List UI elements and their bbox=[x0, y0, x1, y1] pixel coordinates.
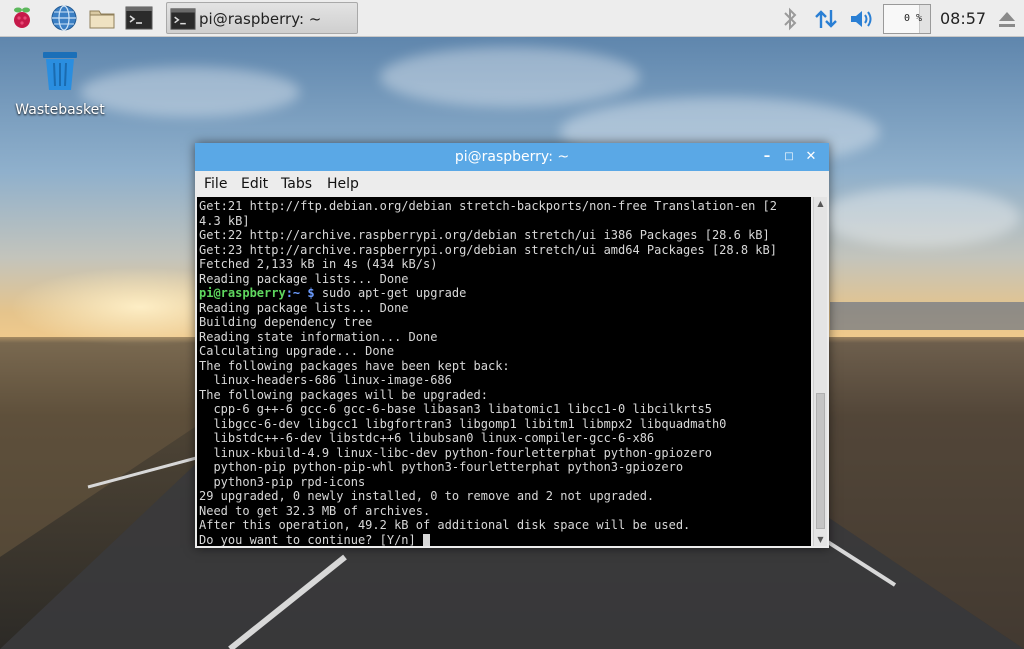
taskbar-terminal-button[interactable]: pi@raspberry: ~ bbox=[166, 2, 358, 34]
cpu-usage-monitor[interactable]: 0 % bbox=[883, 4, 931, 34]
terminal-line: libgcc-6-dev libgcc1 libgfortran3 libgom… bbox=[199, 416, 727, 431]
continue-prompt: Do you want to continue? [Y/n] bbox=[199, 532, 423, 547]
terminal-line: The following packages will be upgraded: bbox=[199, 387, 488, 402]
scrollbar-thumb[interactable] bbox=[816, 393, 825, 529]
taskbar-terminal-label: pi@raspberry: ~ bbox=[199, 10, 322, 28]
clock[interactable]: 08:57 bbox=[940, 9, 986, 28]
cpu-usage-text: 0 % bbox=[903, 13, 922, 24]
terminal-line: cpp-6 g++-6 gcc-6 gcc-6-base libasan3 li… bbox=[199, 402, 712, 416]
terminal-icon[interactable] bbox=[125, 4, 153, 32]
terminal-output-area[interactable]: Get:21 http://ftp.debian.org/debian stre… bbox=[197, 197, 811, 546]
network-transfer-icon[interactable] bbox=[812, 5, 840, 33]
terminal-line: The following packages have been kept ba… bbox=[199, 358, 510, 373]
scroll-down-arrow-icon[interactable]: ▼ bbox=[814, 533, 827, 546]
terminal-line: python3-pip rpd-icons bbox=[199, 474, 366, 489]
bluetooth-icon[interactable] bbox=[776, 5, 804, 33]
terminal-line: After this operation, 49.2 kB of additio… bbox=[199, 518, 691, 532]
terminal-line: Get:22 http://archive.raspberrypi.org/de… bbox=[199, 228, 770, 242]
terminal-line: 29 upgraded, 0 newly installed, 0 to rem… bbox=[199, 489, 655, 503]
menu-tabs[interactable]: Tabs bbox=[281, 176, 312, 192]
menu-edit[interactable]: Edit bbox=[241, 176, 268, 192]
file-manager-icon[interactable] bbox=[88, 4, 116, 32]
wastebasket-icon bbox=[43, 52, 77, 90]
desktop-icon-label: Wastebasket bbox=[15, 102, 105, 118]
prompt-command: sudo apt-get upgrade bbox=[314, 286, 467, 300]
terminal-line: 4.3 kB] bbox=[199, 213, 250, 228]
menu-file[interactable]: File bbox=[204, 176, 227, 192]
terminal-menubar: File Edit Tabs Help bbox=[195, 171, 829, 197]
command-prompt-line: pi@raspberry:~ $ sudo apt-get upgrade bbox=[199, 286, 777, 301]
prompt-user: pi@raspberry bbox=[199, 286, 286, 300]
terminal-line: Calculating upgrade... Done bbox=[199, 344, 395, 358]
terminal-window: pi@raspberry: ~ – □ ✕ File Edit Tabs Hel… bbox=[195, 143, 829, 548]
desktop-icon-wastebasket[interactable]: Wastebasket bbox=[12, 50, 108, 118]
terminal-line: Building dependency tree bbox=[199, 315, 373, 329]
prompt-path: :~ $ bbox=[285, 286, 315, 300]
terminal-line: Need to get 32.3 MB of archives. bbox=[199, 503, 431, 518]
terminal-line: libstdc++-6-dev libstdc++6 libubsan0 lin… bbox=[199, 431, 655, 445]
terminal-scrollbar[interactable]: ▲ ▼ bbox=[813, 197, 827, 546]
minimize-button[interactable]: – bbox=[757, 147, 777, 167]
eject-icon[interactable] bbox=[993, 5, 1021, 33]
web-browser-icon[interactable] bbox=[50, 4, 78, 32]
close-button[interactable]: ✕ bbox=[801, 147, 821, 167]
terminal-line: python-pip python-pip-whl python3-fourle… bbox=[199, 460, 684, 474]
terminal-line: linux-kbuild-4.9 linux-libc-dev python-f… bbox=[199, 445, 712, 460]
top-panel: pi@raspberry: ~ 0 % 08:57 bbox=[0, 0, 1024, 37]
raspberry-menu-icon[interactable] bbox=[8, 4, 36, 32]
maximize-button[interactable]: □ bbox=[779, 147, 799, 167]
continue-prompt-line: Do you want to continue? [Y/n] bbox=[199, 532, 777, 547]
terminal-line: Reading package lists... Done bbox=[199, 271, 409, 286]
terminal-line: Reading state information... Done bbox=[199, 329, 438, 344]
terminal-line: Get:23 http://archive.raspberrypi.org/de… bbox=[199, 242, 777, 257]
scroll-up-arrow-icon[interactable]: ▲ bbox=[814, 197, 827, 210]
terminal-line: Reading package lists... Done bbox=[199, 300, 409, 315]
window-titlebar[interactable]: pi@raspberry: ~ – □ ✕ bbox=[195, 143, 829, 171]
terminal-icon bbox=[170, 8, 196, 30]
window-title: pi@raspberry: ~ bbox=[454, 149, 570, 165]
terminal-lines: Get:21 http://ftp.debian.org/debian stre… bbox=[199, 199, 777, 546]
terminal-line: Get:21 http://ftp.debian.org/debian stre… bbox=[199, 199, 777, 213]
menu-help[interactable]: Help bbox=[327, 176, 359, 192]
terminal-line: linux-headers-686 linux-image-686 bbox=[199, 373, 452, 387]
text-cursor bbox=[422, 533, 430, 546]
volume-icon[interactable] bbox=[848, 5, 876, 33]
terminal-line: Fetched 2,133 kB in 4s (434 kB/s) bbox=[199, 257, 438, 271]
